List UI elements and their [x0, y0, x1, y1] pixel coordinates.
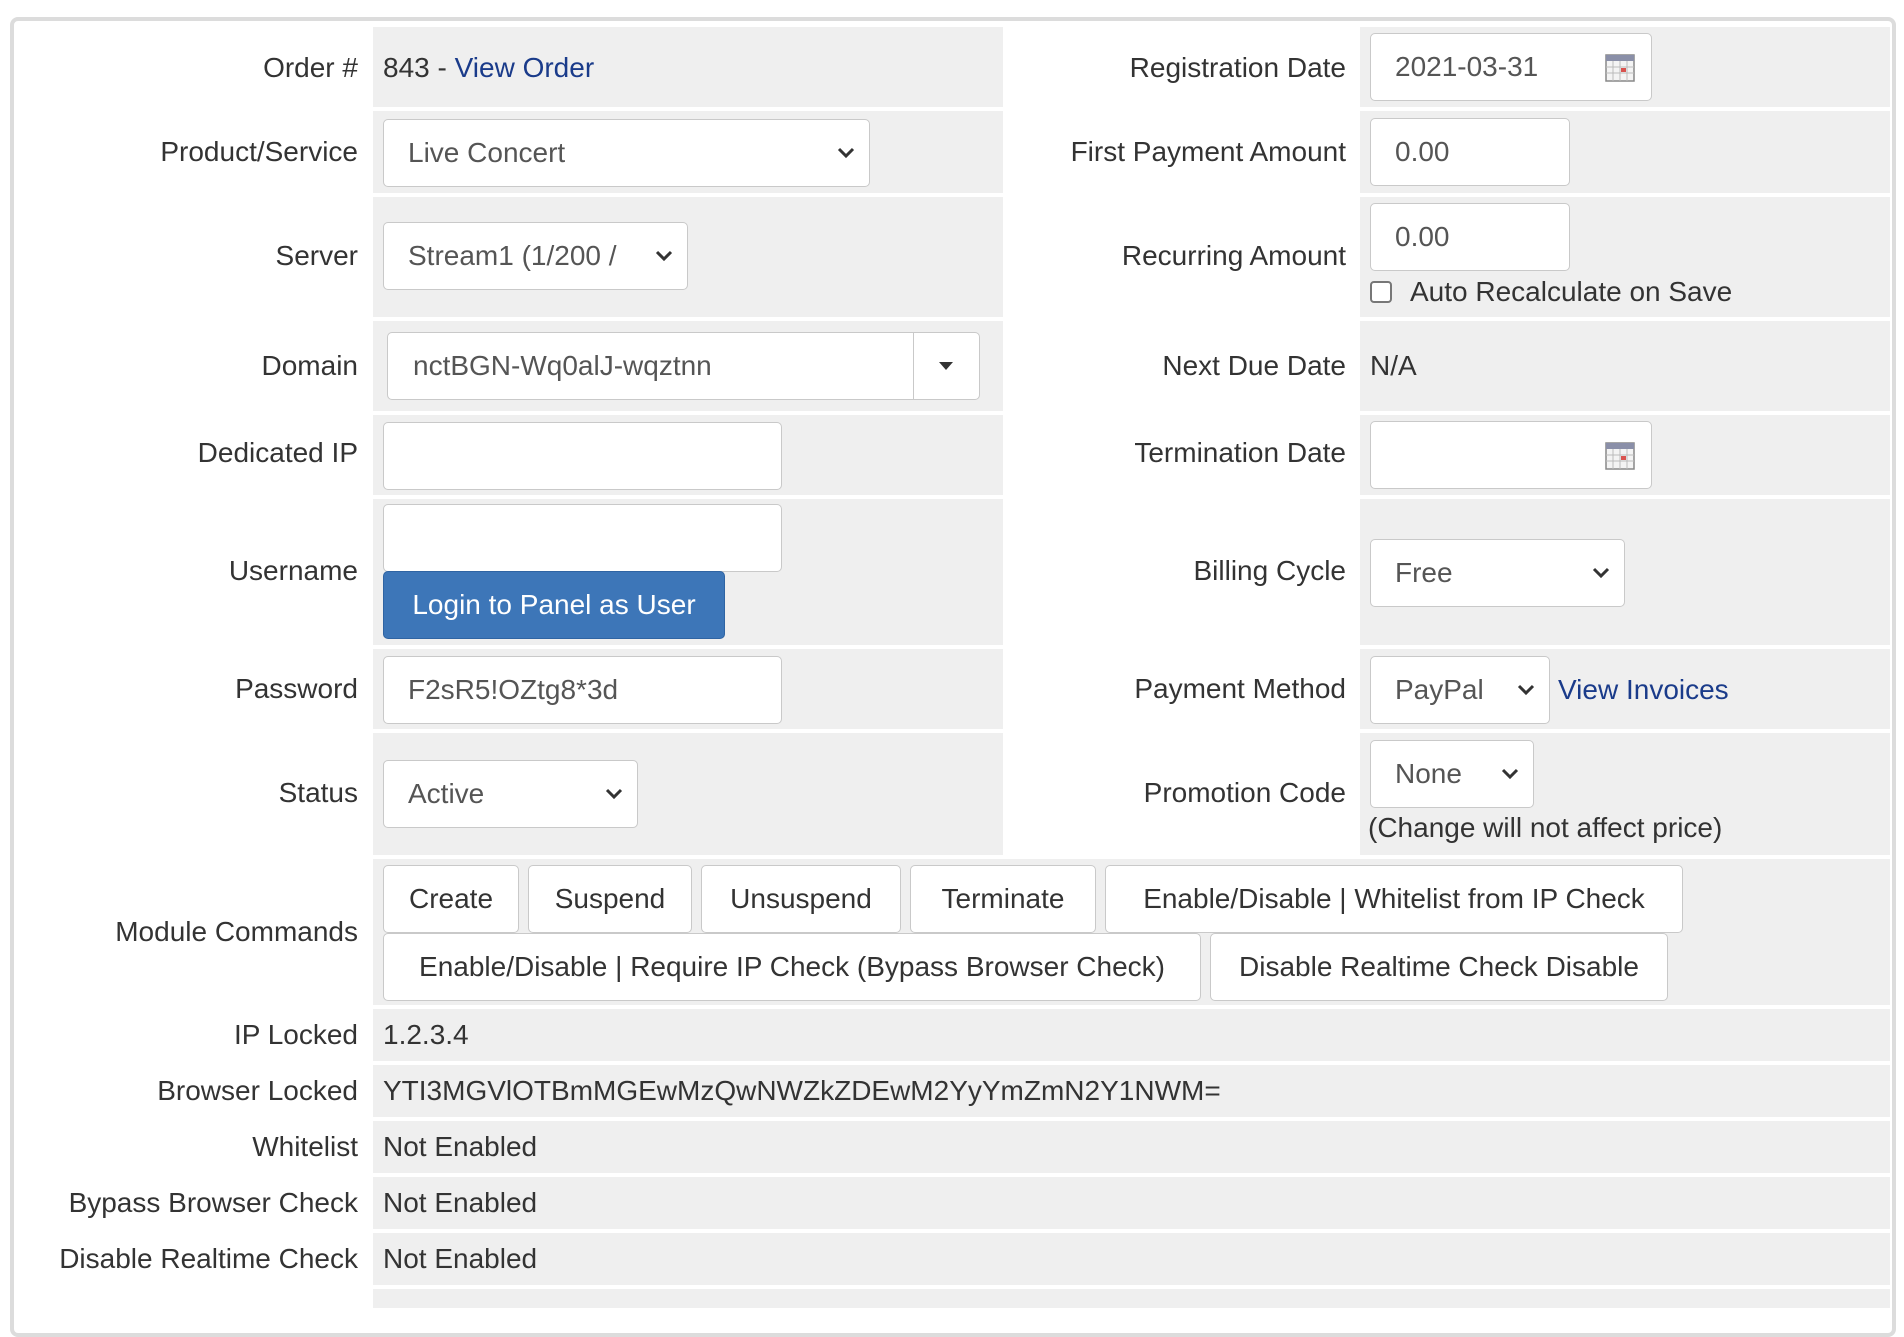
bypass-label: Bypass Browser Check [68, 1187, 358, 1218]
status-label: Status [278, 777, 358, 808]
username-cell: Login to Panel as User [373, 499, 1003, 645]
calendar-icon[interactable] [1605, 54, 1635, 82]
domain-input[interactable]: nctBGN-Wq0alJ-wqztnn [413, 350, 712, 382]
disable-realtime-check-button[interactable]: Disable Realtime Check Disable [1210, 933, 1668, 1001]
chevron-down-icon [837, 147, 855, 159]
status-select[interactable]: Active [383, 760, 638, 828]
billing-cycle-cell: Free [1360, 499, 1890, 645]
payment-method-cell: PayPal View Invoices [1360, 649, 1890, 729]
chevron-down-icon [1592, 567, 1610, 579]
right-label-column: Registration Date First Payment Amount R… [1000, 0, 1346, 860]
billing-cycle-label: Billing Cycle [1193, 555, 1347, 586]
chevron-down-icon [1517, 684, 1535, 696]
realtime-value: Not Enabled [383, 1243, 538, 1274]
whitelist-cell: Not Enabled [373, 1121, 1890, 1173]
termination-cell [1360, 415, 1890, 495]
recurring-label: Recurring Amount [1121, 240, 1346, 271]
module-commands-label: Module Commands [115, 916, 358, 947]
dedicated-ip-label: Dedicated IP [197, 437, 358, 468]
chevron-down-icon [655, 250, 673, 262]
product-select[interactable]: Live Concert [383, 119, 870, 187]
recurring-input[interactable]: 0.00 [1370, 203, 1570, 271]
termination-label: Termination Date [1134, 437, 1346, 468]
ip-locked-value: 1.2.3.4 [383, 1019, 469, 1050]
password-input[interactable]: F2sR5!OZtg8*3d [383, 656, 782, 724]
chevron-down-icon [1501, 768, 1519, 780]
domain-label: Domain [261, 350, 358, 381]
username-label: Username [228, 555, 358, 586]
whitelist-label: Whitelist [252, 1131, 358, 1162]
first-payment-cell: 0.00 [1360, 111, 1890, 193]
username-input[interactable] [383, 504, 782, 572]
auto-recalculate-checkbox[interactable] [1370, 281, 1392, 303]
server-label: Server [275, 240, 358, 271]
product-label: Product/Service [160, 136, 358, 167]
domain-cell: nctBGN-Wq0alJ-wqztnn [373, 321, 1003, 411]
caret-down-icon [939, 362, 953, 370]
view-invoices-link[interactable]: View Invoices [1558, 675, 1729, 705]
calendar-icon[interactable] [1605, 442, 1635, 470]
order-label: Order # [263, 52, 358, 83]
create-button[interactable]: Create [383, 865, 519, 933]
ip-locked-label: IP Locked [233, 1019, 358, 1050]
dedicated-ip-cell [373, 415, 1003, 495]
recurring-cell: 0.00 Auto Recalculate on Save [1360, 197, 1890, 317]
require-ip-check-button[interactable]: Enable/Disable | Require IP Check (Bypas… [383, 933, 1201, 1001]
dedicated-ip-input[interactable] [383, 422, 782, 490]
view-order-link[interactable]: View Order [455, 52, 595, 83]
browser-locked-label: Browser Locked [157, 1075, 358, 1106]
domain-dropdown-button[interactable] [913, 333, 979, 399]
terminate-button[interactable]: Terminate [910, 865, 1096, 933]
next-due-cell: N/A [1360, 321, 1890, 411]
bypass-cell: Not Enabled [373, 1177, 1890, 1229]
ip-locked-cell: 1.2.3.4 [373, 1009, 1890, 1061]
status-cell: Active [373, 733, 1003, 855]
server-select[interactable]: Stream1 (1/200 / [383, 222, 688, 290]
realtime-label: Disable Realtime Check [59, 1243, 358, 1274]
auto-recalculate-label: Auto Recalculate on Save [1410, 276, 1733, 307]
next-due-value: N/A [1370, 350, 1417, 381]
next-due-label: Next Due Date [1162, 350, 1346, 381]
product-cell: Live Concert [373, 111, 1003, 193]
order-cell: 843 - View Order [373, 27, 1003, 107]
billing-cycle-select[interactable]: Free [1370, 539, 1625, 607]
registration-date-label: Registration Date [1129, 52, 1346, 83]
domain-combobox[interactable]: nctBGN-Wq0alJ-wqztnn [387, 332, 980, 400]
first-payment-input[interactable]: 0.00 [1370, 118, 1570, 186]
payment-method-select[interactable]: PayPal [1370, 656, 1550, 724]
login-to-panel-button[interactable]: Login to Panel as User [383, 571, 725, 639]
whitelist-value: Not Enabled [383, 1131, 538, 1162]
password-label: Password [235, 673, 358, 704]
realtime-cell: Not Enabled [373, 1233, 1890, 1285]
browser-locked-value: YTI3MGVlOTBmMGEwMzQwNWZkZDEwM2YyYmZmN2Y1… [383, 1075, 1221, 1106]
termination-date-input[interactable] [1370, 421, 1652, 489]
browser-locked-cell: YTI3MGVlOTBmMGEwMzQwNWZkZDEwM2YyYmZmN2Y1… [373, 1065, 1890, 1117]
next-row-cell [373, 1289, 1890, 1308]
suspend-button[interactable]: Suspend [528, 865, 692, 933]
promotion-select[interactable]: None [1370, 740, 1534, 808]
server-cell: Stream1 (1/200 / [373, 197, 1003, 317]
unsuspend-button[interactable]: Unsuspend [701, 865, 901, 933]
whitelist-toggle-button[interactable]: Enable/Disable | Whitelist from IP Check [1105, 865, 1683, 933]
registration-date-cell: 2021-03-31 [1360, 27, 1890, 107]
registration-date-input[interactable]: 2021-03-31 [1370, 33, 1652, 101]
label-column: Order # Product/Service Server Domain De… [0, 0, 358, 1308]
first-payment-label: First Payment Amount [1070, 136, 1346, 167]
bypass-value: Not Enabled [383, 1187, 538, 1218]
promotion-cell: None (Change will not affect price) [1360, 733, 1890, 855]
module-commands-cell: Create Suspend Unsuspend Terminate Enabl… [373, 859, 1890, 1005]
promotion-label: Promotion Code [1143, 777, 1346, 808]
chevron-down-icon [605, 788, 623, 800]
payment-method-label: Payment Method [1134, 673, 1346, 704]
order-number: 843 - [383, 52, 455, 83]
promotion-note: (Change will not affect price) [1368, 812, 1723, 843]
password-cell: F2sR5!OZtg8*3d [373, 649, 1003, 729]
